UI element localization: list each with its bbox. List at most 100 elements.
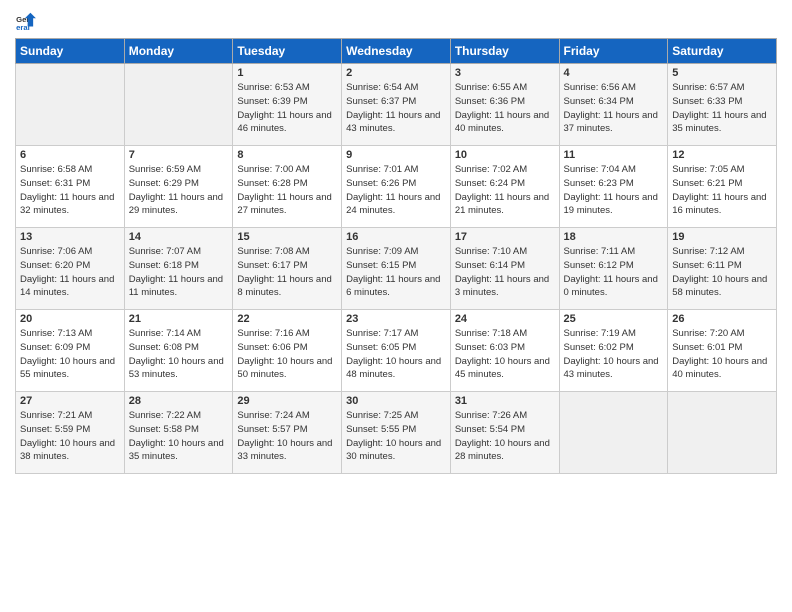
calendar-cell: 11 Sunrise: 7:04 AMSunset: 6:23 PMDayligh…	[559, 146, 668, 228]
logo: Gen eral	[15, 10, 41, 32]
day-info: Sunrise: 7:11 AMSunset: 6:12 PMDaylight:…	[564, 245, 664, 300]
day-info: Sunrise: 7:07 AMSunset: 6:18 PMDaylight:…	[129, 245, 229, 300]
calendar-cell: 4 Sunrise: 6:56 AMSunset: 6:34 PMDaylight…	[559, 64, 668, 146]
day-number: 2	[346, 67, 446, 79]
day-header-sunday: Sunday	[16, 39, 125, 64]
day-info: Sunrise: 7:20 AMSunset: 6:01 PMDaylight:…	[672, 327, 772, 382]
day-info: Sunrise: 7:18 AMSunset: 6:03 PMDaylight:…	[455, 327, 555, 382]
calendar-cell: 14Sunrise: 7:07 AMSunset: 6:18 PMDayligh…	[124, 228, 233, 310]
calendar-cell: 1 Sunrise: 6:53 AMSunset: 6:39 PMDaylight…	[233, 64, 342, 146]
day-info: Sunrise: 7:05 AMSunset: 6:21 PMDaylight:…	[672, 163, 772, 218]
calendar-cell: 24 Sunrise: 7:18 AMSunset: 6:03 PMDayligh…	[450, 310, 559, 392]
calendar-cell: 28 Sunrise: 7:22 AMSunset: 5:58 PMDayligh…	[124, 392, 233, 474]
page-container: Gen eral SundayMondayTuesdayWednesdayThu…	[0, 0, 792, 484]
calendar-cell: 22Sunrise: 7:16 AMSunset: 6:06 PMDayligh…	[233, 310, 342, 392]
calendar-cell: 29Sunrise: 7:24 AMSunset: 5:57 PMDayligh…	[233, 392, 342, 474]
day-number: 15	[237, 231, 337, 243]
day-info: Sunrise: 7:01 AMSunset: 6:26 PMDaylight:…	[346, 163, 446, 218]
calendar-cell	[124, 64, 233, 146]
day-info: Sunrise: 6:58 AMSunset: 6:31 PMDaylight:…	[20, 163, 120, 218]
calendar-week-5: 27 Sunrise: 7:21 AMSunset: 5:59 PMDayligh…	[16, 392, 777, 474]
calendar-week-3: 13 Sunrise: 7:06 AMSunset: 6:20 PMDayligh…	[16, 228, 777, 310]
day-info: Sunrise: 7:00 AMSunset: 6:28 PMDaylight:…	[237, 163, 337, 218]
day-number: 12	[672, 149, 772, 161]
day-number: 19	[672, 231, 772, 243]
calendar-cell: 8 Sunrise: 7:00 AMSunset: 6:28 PMDaylight…	[233, 146, 342, 228]
calendar-week-2: 6Sunrise: 6:58 AMSunset: 6:31 PMDaylight…	[16, 146, 777, 228]
day-number: 10	[455, 149, 555, 161]
day-number: 3	[455, 67, 555, 79]
day-number: 24	[455, 313, 555, 325]
day-info: Sunrise: 7:25 AMSunset: 5:55 PMDaylight:…	[346, 409, 446, 464]
day-number: 4	[564, 67, 664, 79]
calendar-cell: 27 Sunrise: 7:21 AMSunset: 5:59 PMDayligh…	[16, 392, 125, 474]
day-number: 8	[237, 149, 337, 161]
day-info: Sunrise: 6:53 AMSunset: 6:39 PMDaylight:…	[237, 81, 337, 136]
calendar-cell: 31 Sunrise: 7:26 AMSunset: 5:54 PMDayligh…	[450, 392, 559, 474]
day-info: Sunrise: 7:19 AMSunset: 6:02 PMDaylight:…	[564, 327, 664, 382]
day-number: 31	[455, 395, 555, 407]
day-number: 13	[20, 231, 120, 243]
day-number: 7	[129, 149, 229, 161]
day-info: Sunrise: 6:57 AMSunset: 6:33 PMDaylight:…	[672, 81, 772, 136]
calendar-cell: 7 Sunrise: 6:59 AMSunset: 6:29 PMDaylight…	[124, 146, 233, 228]
day-header-wednesday: Wednesday	[342, 39, 451, 64]
day-header-tuesday: Tuesday	[233, 39, 342, 64]
calendar-cell	[559, 392, 668, 474]
calendar-cell: 15 Sunrise: 7:08 AMSunset: 6:17 PMDayligh…	[233, 228, 342, 310]
calendar-header-row: SundayMondayTuesdayWednesdayThursdayFrid…	[16, 39, 777, 64]
day-number: 11	[564, 149, 664, 161]
day-info: Sunrise: 7:02 AMSunset: 6:24 PMDaylight:…	[455, 163, 555, 218]
day-number: 25	[564, 313, 664, 325]
day-header-monday: Monday	[124, 39, 233, 64]
day-number: 20	[20, 313, 120, 325]
day-info: Sunrise: 7:22 AMSunset: 5:58 PMDaylight:…	[129, 409, 229, 464]
day-info: Sunrise: 7:04 AMSunset: 6:23 PMDaylight:…	[564, 163, 664, 218]
calendar-cell: 23 Sunrise: 7:17 AMSunset: 6:05 PMDayligh…	[342, 310, 451, 392]
day-info: Sunrise: 7:14 AMSunset: 6:08 PMDaylight:…	[129, 327, 229, 382]
calendar-cell: 9 Sunrise: 7:01 AMSunset: 6:26 PMDaylight…	[342, 146, 451, 228]
day-number: 28	[129, 395, 229, 407]
day-info: Sunrise: 7:10 AMSunset: 6:14 PMDaylight:…	[455, 245, 555, 300]
calendar-cell: 26 Sunrise: 7:20 AMSunset: 6:01 PMDayligh…	[668, 310, 777, 392]
day-header-friday: Friday	[559, 39, 668, 64]
day-number: 1	[237, 67, 337, 79]
calendar-cell: 2 Sunrise: 6:54 AMSunset: 6:37 PMDaylight…	[342, 64, 451, 146]
day-info: Sunrise: 6:59 AMSunset: 6:29 PMDaylight:…	[129, 163, 229, 218]
header: Gen eral	[15, 10, 777, 32]
calendar-week-4: 20 Sunrise: 7:13 AMSunset: 6:09 PMDayligh…	[16, 310, 777, 392]
calendar-table: SundayMondayTuesdayWednesdayThursdayFrid…	[15, 38, 777, 474]
day-info: Sunrise: 7:26 AMSunset: 5:54 PMDaylight:…	[455, 409, 555, 464]
day-header-saturday: Saturday	[668, 39, 777, 64]
day-info: Sunrise: 7:08 AMSunset: 6:17 PMDaylight:…	[237, 245, 337, 300]
day-number: 26	[672, 313, 772, 325]
calendar-cell: 20 Sunrise: 7:13 AMSunset: 6:09 PMDayligh…	[16, 310, 125, 392]
day-number: 5	[672, 67, 772, 79]
day-info: Sunrise: 7:09 AMSunset: 6:15 PMDaylight:…	[346, 245, 446, 300]
day-info: Sunrise: 7:24 AMSunset: 5:57 PMDaylight:…	[237, 409, 337, 464]
day-number: 9	[346, 149, 446, 161]
day-number: 30	[346, 395, 446, 407]
day-number: 21	[129, 313, 229, 325]
calendar-cell: 12 Sunrise: 7:05 AMSunset: 6:21 PMDayligh…	[668, 146, 777, 228]
day-info: Sunrise: 6:55 AMSunset: 6:36 PMDaylight:…	[455, 81, 555, 136]
calendar-cell: 30 Sunrise: 7:25 AMSunset: 5:55 PMDayligh…	[342, 392, 451, 474]
day-number: 17	[455, 231, 555, 243]
calendar-cell: 5 Sunrise: 6:57 AMSunset: 6:33 PMDaylight…	[668, 64, 777, 146]
calendar-cell: 16Sunrise: 7:09 AMSunset: 6:15 PMDayligh…	[342, 228, 451, 310]
logo-icon: Gen eral	[15, 10, 37, 32]
day-info: Sunrise: 7:06 AMSunset: 6:20 PMDaylight:…	[20, 245, 120, 300]
day-number: 23	[346, 313, 446, 325]
day-info: Sunrise: 6:56 AMSunset: 6:34 PMDaylight:…	[564, 81, 664, 136]
calendar-cell	[16, 64, 125, 146]
day-info: Sunrise: 7:17 AMSunset: 6:05 PMDaylight:…	[346, 327, 446, 382]
calendar-cell: 3 Sunrise: 6:55 AMSunset: 6:36 PMDaylight…	[450, 64, 559, 146]
day-info: Sunrise: 7:21 AMSunset: 5:59 PMDaylight:…	[20, 409, 120, 464]
calendar-cell: 25 Sunrise: 7:19 AMSunset: 6:02 PMDayligh…	[559, 310, 668, 392]
calendar-cell: 17 Sunrise: 7:10 AMSunset: 6:14 PMDayligh…	[450, 228, 559, 310]
calendar-cell: 6Sunrise: 6:58 AMSunset: 6:31 PMDaylight…	[16, 146, 125, 228]
day-info: Sunrise: 6:54 AMSunset: 6:37 PMDaylight:…	[346, 81, 446, 136]
day-info: Sunrise: 7:13 AMSunset: 6:09 PMDaylight:…	[20, 327, 120, 382]
calendar-cell: 10 Sunrise: 7:02 AMSunset: 6:24 PMDayligh…	[450, 146, 559, 228]
day-number: 27	[20, 395, 120, 407]
